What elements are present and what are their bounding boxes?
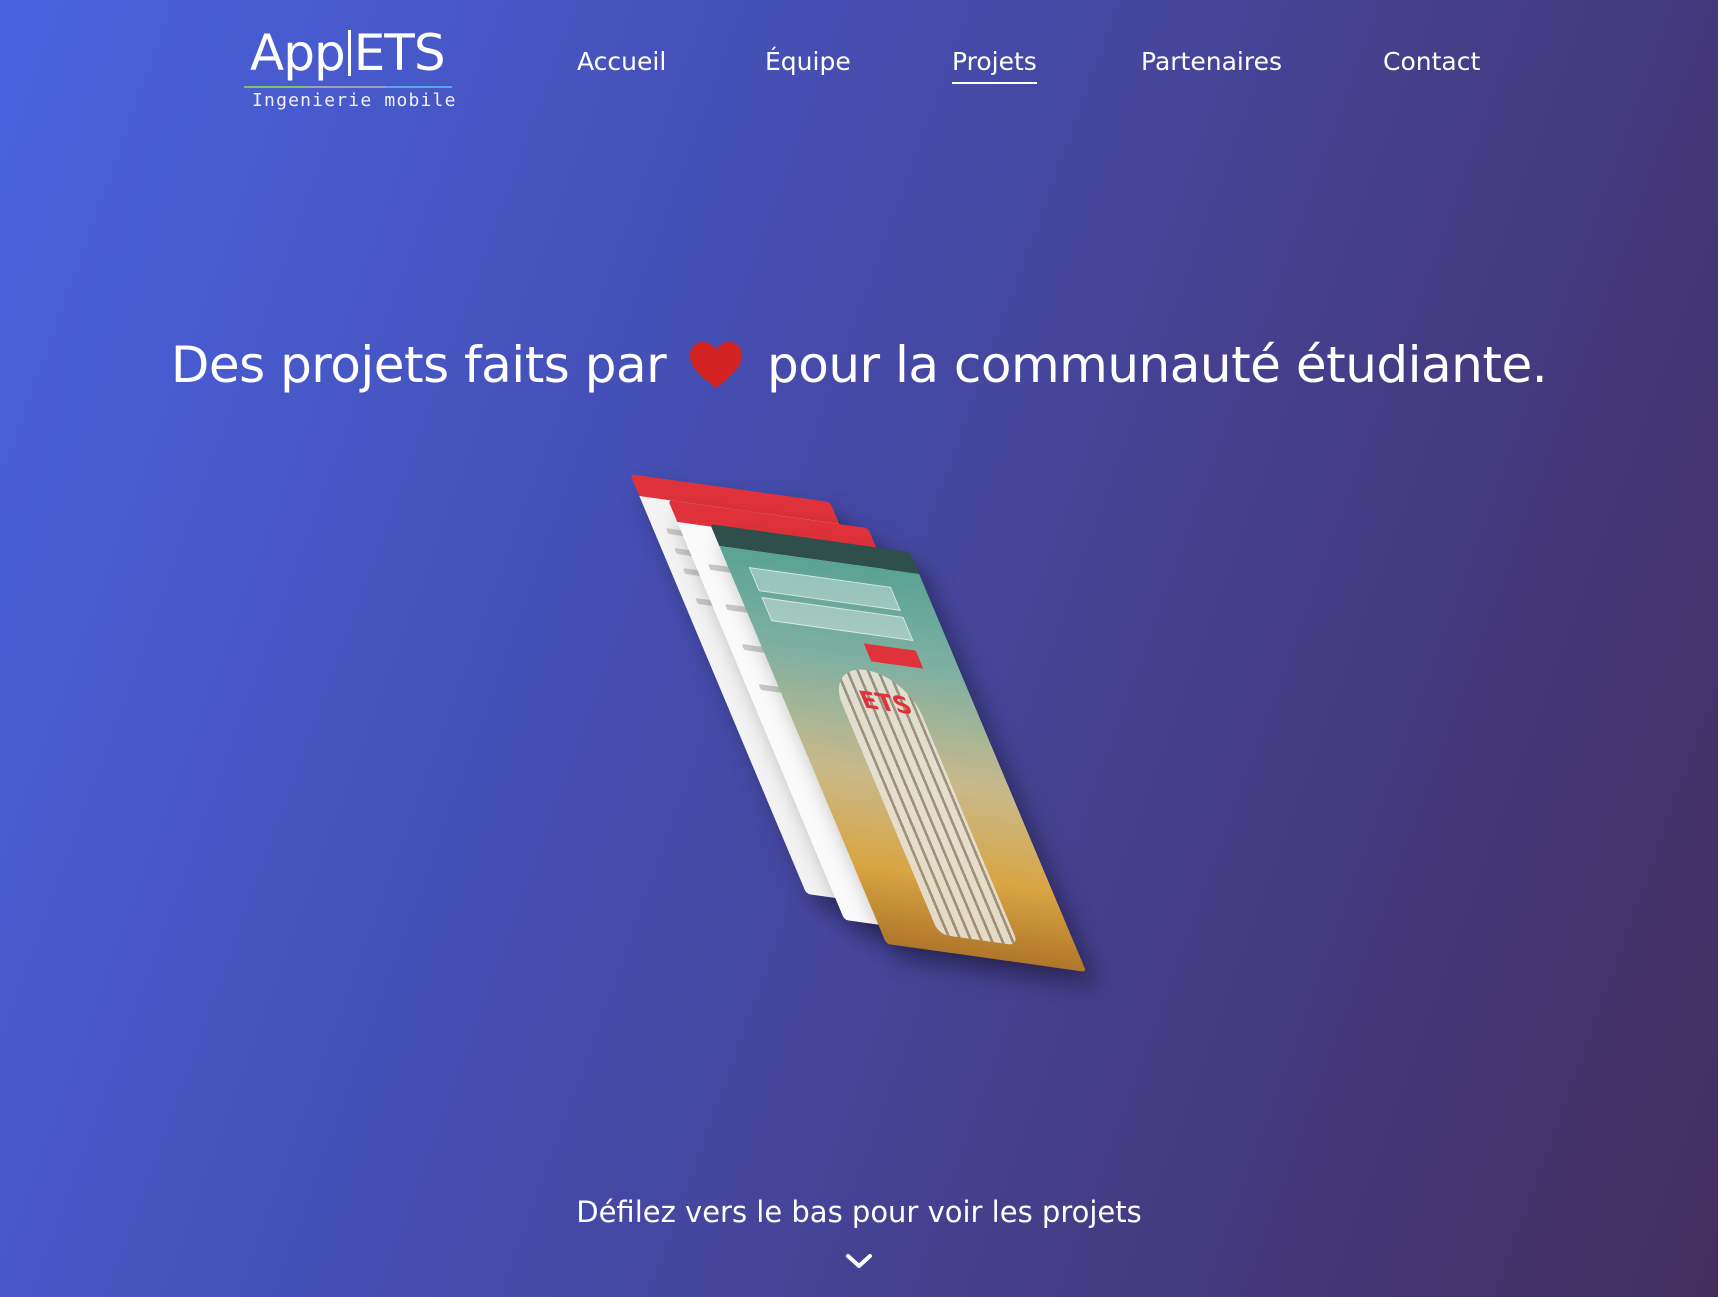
headline-text-before: Des projets faits par: [170, 336, 667, 394]
main-nav: Accueil Équipe Projets Partenaires Conta…: [0, 44, 1718, 84]
heart-icon: [689, 342, 742, 388]
nav-item-contact[interactable]: Contact: [1383, 44, 1480, 80]
projects-page: App ETS Ingenierie mobile Accueil Équipe …: [0, 0, 1718, 1297]
logo-subtitle: Ingenierie mobile: [252, 90, 457, 111]
scroll-hint[interactable]: Défilez vers le bas pour voir les projet…: [0, 1192, 1718, 1232]
nav-item-projets[interactable]: Projets: [952, 44, 1037, 84]
logo-divider: [244, 86, 452, 88]
nav-item-equipe[interactable]: Équipe: [765, 44, 851, 80]
login-button-illustration: [863, 643, 924, 669]
hero-headline: Des projets faits par pour la communauté…: [0, 330, 1718, 400]
chevron-down-icon[interactable]: [845, 1252, 873, 1270]
app-screens-mockup: ETS: [620, 470, 1100, 990]
nav-item-partenaires[interactable]: Partenaires: [1141, 44, 1282, 80]
headline-text-after: pour la communauté étudiante.: [766, 336, 1548, 394]
nav-item-accueil[interactable]: Accueil: [577, 44, 666, 80]
